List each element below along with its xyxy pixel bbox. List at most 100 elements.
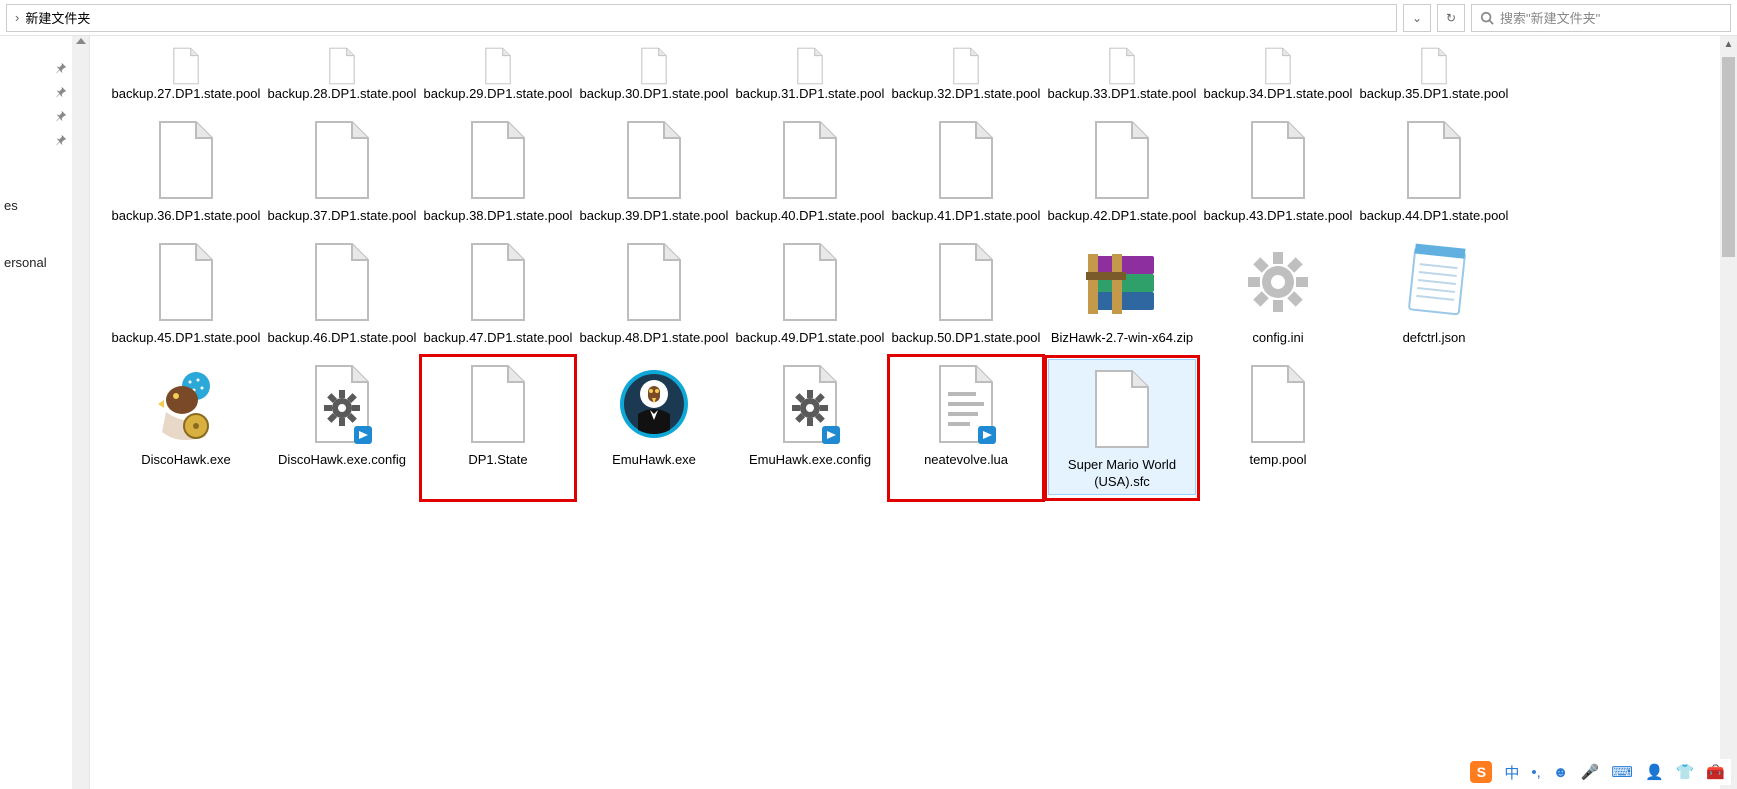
file-icon (1246, 364, 1310, 444)
file-item[interactable]: backup.40.DP1.state.pool (732, 111, 888, 229)
ime-punct-icon[interactable]: •, (1531, 764, 1540, 781)
file-icon (483, 47, 513, 85)
file-item[interactable]: EmuHawk.exe.config (732, 355, 888, 502)
sogou-icon[interactable]: S (1470, 761, 1492, 783)
file-item[interactable]: backup.48.DP1.state.pool (576, 233, 732, 351)
file-icon (622, 120, 686, 200)
file-label: EmuHawk.exe.config (749, 452, 871, 469)
chevron-right-icon: › (15, 10, 19, 25)
file-item[interactable]: backup.41.DP1.state.pool (888, 111, 1044, 229)
file-item[interactable]: EmuHawk.exe (576, 355, 732, 502)
file-item[interactable]: Super Mario World (USA).sfc (1044, 355, 1200, 502)
breadcrumb-current[interactable]: 新建文件夹 (25, 8, 90, 27)
file-label: backup.36.DP1.state.pool (112, 208, 261, 225)
file-item[interactable]: DiscoHawk.exe (108, 355, 264, 502)
file-item[interactable]: backup.37.DP1.state.pool (264, 111, 420, 229)
file-item[interactable]: backup.43.DP1.state.pool (1200, 111, 1356, 229)
sidebar-scrollbar[interactable] (72, 36, 89, 789)
file-item[interactable]: backup.35.DP1.state.pool (1356, 44, 1512, 107)
file-label: backup.32.DP1.state.pool (892, 86, 1041, 103)
file-item[interactable]: backup.33.DP1.state.pool (1044, 44, 1200, 107)
ime-toolbox-icon[interactable]: 🧰 (1706, 763, 1725, 781)
file-item[interactable]: backup.39.DP1.state.pool (576, 111, 732, 229)
vsconfig-icon (778, 364, 842, 444)
ime-lang-button[interactable]: 中 (1504, 762, 1519, 783)
file-icon (154, 242, 218, 322)
search-input[interactable]: 搜索"新建文件夹" (1471, 4, 1731, 32)
file-item[interactable]: backup.31.DP1.state.pool (732, 44, 888, 107)
file-label: backup.35.DP1.state.pool (1360, 86, 1509, 103)
ime-user-icon[interactable]: 👤 (1645, 763, 1664, 781)
file-icon (1263, 47, 1293, 85)
file-label: backup.34.DP1.state.pool (1204, 86, 1353, 103)
ime-emoji-icon[interactable]: ☻ (1553, 764, 1569, 781)
file-item[interactable]: defctrl.json (1356, 233, 1512, 351)
ime-keyboard-icon[interactable]: ⌨ (1611, 763, 1633, 781)
file-item[interactable]: backup.44.DP1.state.pool (1356, 111, 1512, 229)
file-item[interactable]: backup.27.DP1.state.pool (108, 44, 264, 107)
file-label: backup.43.DP1.state.pool (1204, 208, 1353, 225)
file-label: DP1.State (468, 452, 527, 469)
file-icon (934, 242, 998, 322)
file-label: backup.42.DP1.state.pool (1048, 208, 1197, 225)
file-label: backup.37.DP1.state.pool (268, 208, 417, 225)
file-item[interactable]: backup.42.DP1.state.pool (1044, 111, 1200, 229)
file-item[interactable]: neatevolve.lua (888, 355, 1044, 502)
file-label: backup.47.DP1.state.pool (424, 330, 573, 347)
file-label: Super Mario World (USA).sfc (1049, 457, 1195, 491)
file-label: config.ini (1252, 330, 1303, 347)
file-icon (154, 120, 218, 200)
file-label: backup.31.DP1.state.pool (736, 86, 885, 103)
gear-icon (1238, 242, 1318, 322)
file-item[interactable]: backup.36.DP1.state.pool (108, 111, 264, 229)
file-label: BizHawk-2.7-win-x64.zip (1051, 330, 1193, 347)
file-item[interactable]: backup.30.DP1.state.pool (576, 44, 732, 107)
ime-mic-icon[interactable]: 🎤 (1581, 763, 1600, 781)
vertical-scrollbar[interactable]: ▲ ▼ (1720, 36, 1737, 789)
file-label: defctrl.json (1403, 330, 1466, 347)
search-placeholder: 搜索"新建文件夹" (1500, 8, 1600, 27)
file-item[interactable]: BizHawk-2.7-win-x64.zip (1044, 233, 1200, 351)
ime-toolbar[interactable]: S 中 •, ☻ 🎤 ⌨ 👤 👕 🧰 (1464, 759, 1731, 785)
file-icon (622, 242, 686, 322)
file-item[interactable]: DP1.State (420, 355, 576, 502)
pin-icon (55, 86, 67, 98)
sidebar: es ersonal (0, 36, 90, 789)
ime-skin-icon[interactable]: 👕 (1676, 763, 1695, 781)
file-item[interactable]: backup.45.DP1.state.pool (108, 233, 264, 351)
file-icon (1402, 120, 1466, 200)
file-item[interactable]: backup.46.DP1.state.pool (264, 233, 420, 351)
file-item[interactable]: backup.50.DP1.state.pool (888, 233, 1044, 351)
file-icon (327, 47, 357, 85)
vsconfig-icon (310, 364, 374, 444)
file-item[interactable]: backup.47.DP1.state.pool (420, 233, 576, 351)
file-label: backup.44.DP1.state.pool (1360, 208, 1509, 225)
file-item[interactable]: backup.34.DP1.state.pool (1200, 44, 1356, 107)
file-label: backup.40.DP1.state.pool (736, 208, 885, 225)
refresh-button[interactable]: ↻ (1437, 4, 1465, 32)
file-label: backup.28.DP1.state.pool (268, 86, 417, 103)
file-item[interactable]: backup.38.DP1.state.pool (420, 111, 576, 229)
scroll-thumb[interactable] (1722, 57, 1735, 257)
file-icon (466, 364, 530, 444)
file-item[interactable]: config.ini (1200, 233, 1356, 351)
file-label: backup.45.DP1.state.pool (112, 330, 261, 347)
file-icon (171, 47, 201, 85)
file-label: backup.50.DP1.state.pool (892, 330, 1041, 347)
file-icon (1090, 120, 1154, 200)
file-label: DiscoHawk.exe (141, 452, 231, 469)
address-bar[interactable]: › 新建文件夹 (6, 4, 1397, 32)
file-item[interactable]: backup.28.DP1.state.pool (264, 44, 420, 107)
file-label: backup.48.DP1.state.pool (580, 330, 729, 347)
file-label: backup.39.DP1.state.pool (580, 208, 729, 225)
file-label: backup.33.DP1.state.pool (1048, 86, 1197, 103)
file-item[interactable]: backup.29.DP1.state.pool (420, 44, 576, 107)
file-item[interactable]: backup.49.DP1.state.pool (732, 233, 888, 351)
file-item[interactable]: DiscoHawk.exe.config (264, 355, 420, 502)
scroll-up-arrow-icon[interactable]: ▲ (1720, 36, 1737, 53)
file-item[interactable]: temp.pool (1200, 355, 1356, 502)
file-icon (778, 242, 842, 322)
file-icon (466, 242, 530, 322)
address-dropdown-button[interactable]: ⌄ (1403, 4, 1431, 32)
file-item[interactable]: backup.32.DP1.state.pool (888, 44, 1044, 107)
